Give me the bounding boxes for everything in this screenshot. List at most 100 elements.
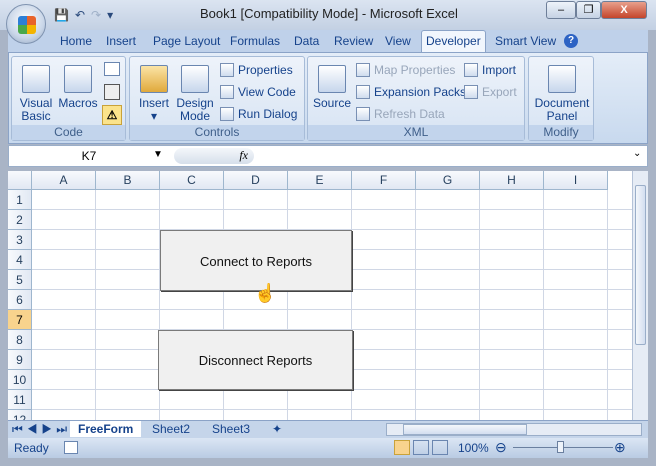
- vertical-scroll-thumb[interactable]: [635, 185, 646, 345]
- tab-page-layout[interactable]: Page Layout: [153, 34, 220, 48]
- tab-smart-view[interactable]: Smart View: [495, 34, 556, 48]
- row-header-5[interactable]: 5: [8, 270, 32, 290]
- horizontal-scrollbar[interactable]: [386, 423, 642, 436]
- refresh-data-button[interactable]: Refresh Data: [356, 107, 445, 121]
- zoom-level[interactable]: 100%: [458, 441, 489, 455]
- tab-view[interactable]: View: [385, 34, 411, 48]
- column-header-C[interactable]: C: [160, 171, 224, 190]
- row-header-9[interactable]: 9: [8, 350, 32, 370]
- undo-icon[interactable]: ↶: [75, 8, 85, 22]
- column-header-E[interactable]: E: [288, 171, 352, 190]
- properties-button[interactable]: Properties: [220, 63, 293, 77]
- map-properties-button[interactable]: Map Properties: [356, 63, 455, 77]
- grid-line: [32, 409, 632, 410]
- row-header-11[interactable]: 11: [8, 390, 32, 410]
- page-break-view-icon[interactable]: [432, 440, 448, 455]
- vertical-scrollbar[interactable]: [632, 171, 648, 420]
- visual-basic-button[interactable]: Visual Basic: [16, 65, 56, 123]
- customize-qat-icon[interactable]: ▾: [107, 8, 113, 22]
- ribbon-tabs: Home Insert Page Layout Formulas Data Re…: [8, 30, 648, 54]
- name-box-dropdown-icon[interactable]: ▼: [153, 149, 163, 160]
- sheet-tab-freeform[interactable]: FreeForm: [70, 421, 142, 437]
- status-ready: Ready: [14, 441, 49, 455]
- zoom-out-icon[interactable]: ⊖: [495, 439, 507, 456]
- tab-review[interactable]: Review: [334, 34, 373, 48]
- record-macro-status-icon[interactable]: [64, 441, 78, 454]
- zoom-slider-thumb[interactable]: [557, 441, 564, 453]
- tab-home[interactable]: Home: [60, 34, 92, 48]
- row-header-1[interactable]: 1: [8, 190, 32, 210]
- formula-input[interactable]: [259, 146, 631, 166]
- document-panel-button[interactable]: Document Panel: [531, 65, 593, 123]
- column-header-A[interactable]: A: [32, 171, 96, 190]
- help-icon[interactable]: ?: [564, 34, 578, 48]
- source-button[interactable]: Source: [312, 65, 352, 110]
- column-header-F[interactable]: F: [352, 171, 416, 190]
- export-button[interactable]: Export: [464, 85, 517, 99]
- ribbon: Visual Basic Macros ⚠ Code Insert ▾ Desig…: [8, 52, 648, 144]
- relative-references-icon[interactable]: [104, 84, 120, 100]
- visual-basic-icon: [22, 65, 50, 93]
- source-icon: [318, 65, 346, 93]
- sheet-nav-icons[interactable]: ⏮◀▶⏭: [12, 422, 71, 437]
- worksheet-grid[interactable]: ABCDEFGHI 1 2 3 4 5 6 7 8 9 10 11 12 Connect to Rep…: [8, 171, 632, 420]
- tab-data[interactable]: Data: [294, 34, 319, 48]
- page-layout-view-icon[interactable]: [413, 440, 429, 455]
- column-header-I[interactable]: I: [544, 171, 608, 190]
- row-header-10[interactable]: 10: [8, 370, 32, 390]
- grid-line: [479, 190, 480, 420]
- restore-button[interactable]: ❐: [576, 1, 601, 19]
- import-button[interactable]: Import: [464, 63, 516, 77]
- group-modify: Document Panel Modify: [528, 56, 594, 141]
- column-header-D[interactable]: D: [224, 171, 288, 190]
- group-code: Visual Basic Macros ⚠ Code: [11, 56, 126, 141]
- row-header-2[interactable]: 2: [8, 210, 32, 230]
- group-label-xml: XML: [308, 125, 524, 140]
- grid-line: [543, 190, 544, 420]
- insert-sheet-icon[interactable]: ✦: [272, 422, 282, 436]
- minimize-button[interactable]: ‒: [546, 1, 576, 19]
- design-mode-button[interactable]: Design Mode: [174, 65, 216, 123]
- normal-view-icon[interactable]: [394, 440, 410, 455]
- row-header-7[interactable]: 7: [8, 310, 32, 330]
- toolbox-icon: [140, 65, 168, 93]
- disconnect-reports-button[interactable]: Disconnect Reports: [158, 330, 353, 390]
- row-header-3[interactable]: 3: [8, 230, 32, 250]
- view-code-icon: [220, 85, 234, 99]
- tab-insert[interactable]: Insert: [106, 34, 136, 48]
- expansion-packs-button[interactable]: Expansion Packs: [356, 85, 466, 99]
- sheet-tab-sheet2[interactable]: Sheet2: [152, 422, 190, 436]
- grid-line: [415, 190, 416, 420]
- view-code-button[interactable]: View Code: [220, 85, 296, 99]
- insert-control-button[interactable]: Insert ▾: [134, 65, 174, 123]
- save-icon[interactable]: 💾: [54, 8, 69, 22]
- horizontal-scroll-thumb[interactable]: [403, 424, 527, 435]
- row-header-4[interactable]: 4: [8, 250, 32, 270]
- close-button[interactable]: X: [601, 1, 647, 19]
- run-dialog-button[interactable]: Run Dialog: [220, 107, 297, 121]
- sheet-tab-sheet3[interactable]: Sheet3: [212, 422, 250, 436]
- row-header-6[interactable]: 6: [8, 290, 32, 310]
- redo-icon[interactable]: ↷: [91, 8, 101, 22]
- row-header-8[interactable]: 8: [8, 330, 32, 350]
- tab-formulas[interactable]: Formulas: [230, 34, 280, 48]
- column-header-H[interactable]: H: [480, 171, 544, 190]
- group-label-modify: Modify: [529, 125, 593, 140]
- group-label-code: Code: [12, 125, 125, 140]
- row-header-12[interactable]: 12: [8, 410, 32, 420]
- zoom-in-icon[interactable]: ⊕: [614, 439, 626, 456]
- expansion-packs-icon: [356, 85, 370, 99]
- name-box[interactable]: K7: [9, 146, 169, 166]
- macro-security-icon[interactable]: ⚠: [102, 105, 122, 125]
- record-macro-icon[interactable]: [104, 62, 120, 76]
- column-header-B[interactable]: B: [96, 171, 160, 190]
- office-button[interactable]: [6, 4, 46, 44]
- connect-to-reports-button[interactable]: Connect to Reports: [160, 230, 352, 291]
- tab-developer[interactable]: Developer: [421, 30, 486, 54]
- macros-button[interactable]: Macros: [58, 65, 98, 110]
- expand-formula-bar-icon[interactable]: ⌄: [633, 148, 641, 159]
- grid-line: [32, 209, 632, 210]
- select-all-corner[interactable]: [8, 171, 32, 190]
- insert-function-button[interactable]: fx: [174, 148, 254, 164]
- column-header-G[interactable]: G: [416, 171, 480, 190]
